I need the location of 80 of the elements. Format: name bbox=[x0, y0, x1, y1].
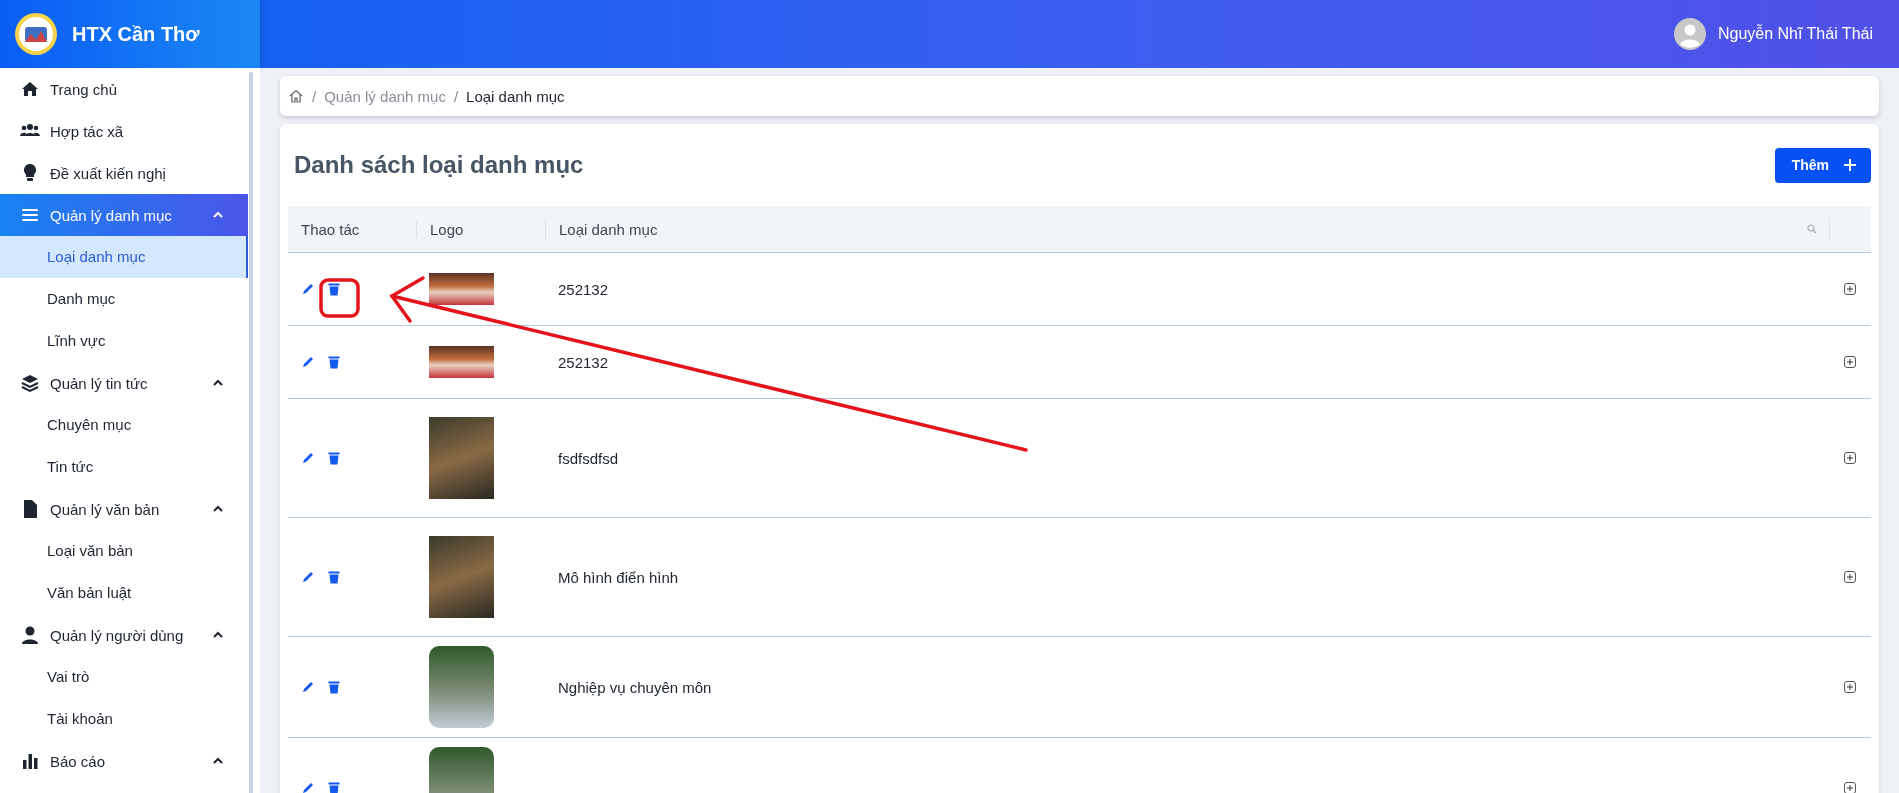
sidebar-group[interactable]: Quản lý văn bản bbox=[0, 488, 248, 530]
trash-icon bbox=[327, 451, 341, 465]
expand-row-button[interactable] bbox=[1844, 283, 1856, 295]
plus-icon bbox=[1846, 683, 1854, 691]
edit-button[interactable] bbox=[301, 355, 315, 369]
table-cell-text: Mô hình điển hình bbox=[557, 568, 679, 586]
table-cell-text: 252132 bbox=[557, 280, 609, 298]
sidebar-item[interactable]: Trang chủ bbox=[0, 68, 248, 110]
plus-icon bbox=[1846, 285, 1854, 293]
sidebar-subitem[interactable]: Danh mục bbox=[0, 278, 248, 320]
sidebar-subitem[interactable]: Tin tức bbox=[0, 446, 248, 488]
sidebar-subitem[interactable]: Loại danh mục bbox=[0, 236, 248, 278]
expand-row-button[interactable] bbox=[1844, 571, 1856, 583]
edit-button[interactable] bbox=[301, 680, 315, 694]
photo-placeholder bbox=[429, 346, 494, 378]
table-cell-text: fsdfsdfsd bbox=[557, 449, 619, 467]
delete-button[interactable] bbox=[327, 570, 341, 584]
scrollbar[interactable] bbox=[249, 72, 253, 793]
plus-icon bbox=[1846, 358, 1854, 366]
expand-row-button[interactable] bbox=[1844, 452, 1856, 464]
expand-row-button[interactable] bbox=[1844, 681, 1856, 693]
logo-icon bbox=[14, 12, 58, 56]
layers-icon bbox=[20, 373, 40, 393]
bar-chart-icon bbox=[20, 751, 40, 771]
breadcrumb-item: Loại danh mục bbox=[466, 87, 565, 105]
add-button[interactable]: Thêm bbox=[1774, 147, 1871, 183]
pencil-icon bbox=[301, 282, 315, 296]
plus-icon bbox=[1846, 454, 1854, 462]
plus-icon bbox=[1846, 784, 1854, 792]
sidebar-subitem[interactable]: Vai trò bbox=[0, 656, 248, 698]
delete-button[interactable] bbox=[327, 781, 341, 793]
breadcrumb-separator: / bbox=[312, 87, 317, 105]
sidebar-group[interactable]: Quản lý người dùng bbox=[0, 614, 248, 656]
trash-icon bbox=[327, 282, 341, 296]
plus-icon bbox=[1843, 158, 1857, 172]
page-title: Danh sách loại danh mục bbox=[294, 151, 584, 179]
home-icon bbox=[20, 79, 40, 99]
delete-button[interactable] bbox=[327, 680, 341, 694]
sidebar-group[interactable]: Quản lý tin tức bbox=[0, 362, 248, 404]
sidebar-subitem[interactable]: Tài khoản bbox=[0, 698, 248, 740]
sidebar-subitem[interactable]: Loại văn bản bbox=[0, 530, 248, 572]
sidebar-group[interactable]: Quản lý danh mục bbox=[0, 194, 248, 236]
sidebar-group[interactable]: Báo cáo bbox=[0, 740, 248, 782]
app-title: HTX Cần Thơ bbox=[72, 22, 200, 46]
column-header: Thao tác bbox=[300, 220, 361, 238]
pencil-icon bbox=[301, 680, 315, 694]
user-name[interactable]: Nguyễn Nhĩ Thái Thái bbox=[1717, 25, 1873, 43]
delete-button[interactable] bbox=[327, 451, 341, 465]
breadcrumb-separator: / bbox=[453, 87, 459, 105]
edit-button[interactable] bbox=[301, 570, 315, 584]
plus-icon bbox=[1846, 573, 1854, 581]
highlight-ring bbox=[319, 278, 360, 318]
trash-icon bbox=[327, 680, 341, 694]
delete-button[interactable] bbox=[327, 282, 341, 296]
delete-button[interactable] bbox=[327, 355, 341, 369]
sidebar-item[interactable]: Hợp tác xã bbox=[0, 110, 248, 152]
expand-row-button[interactable] bbox=[1844, 782, 1856, 793]
pencil-icon bbox=[301, 781, 315, 793]
trash-icon bbox=[327, 570, 341, 584]
pencil-icon bbox=[301, 570, 315, 584]
edit-button[interactable] bbox=[301, 781, 315, 793]
expand-row-button[interactable] bbox=[1844, 356, 1856, 368]
trash-icon bbox=[327, 355, 341, 369]
sidebar-subitem[interactable]: Văn bản luật bbox=[0, 572, 248, 614]
trash-icon bbox=[327, 781, 341, 793]
sidebar-item[interactable]: Đề xuất kiến nghị bbox=[0, 152, 248, 194]
user-avatar-icon[interactable] bbox=[1673, 18, 1706, 50]
edit-button[interactable] bbox=[301, 282, 315, 296]
pencil-icon bbox=[301, 451, 315, 465]
edit-button[interactable] bbox=[301, 451, 315, 465]
photo-placeholder bbox=[429, 273, 494, 305]
sidebar-subitem[interactable]: Chuyên mục bbox=[0, 404, 248, 446]
table-cell-text: Nghiệp vụ chuyên môn bbox=[557, 678, 712, 696]
sidebar-subitem[interactable]: Lĩnh vực bbox=[0, 320, 248, 362]
column-header: Logo bbox=[416, 220, 545, 238]
pencil-icon bbox=[301, 355, 315, 369]
person-icon bbox=[20, 625, 40, 645]
column-header: Loại danh mục bbox=[558, 220, 659, 238]
table-cell-text: 252132 bbox=[557, 353, 609, 371]
home-icon[interactable] bbox=[288, 88, 304, 104]
